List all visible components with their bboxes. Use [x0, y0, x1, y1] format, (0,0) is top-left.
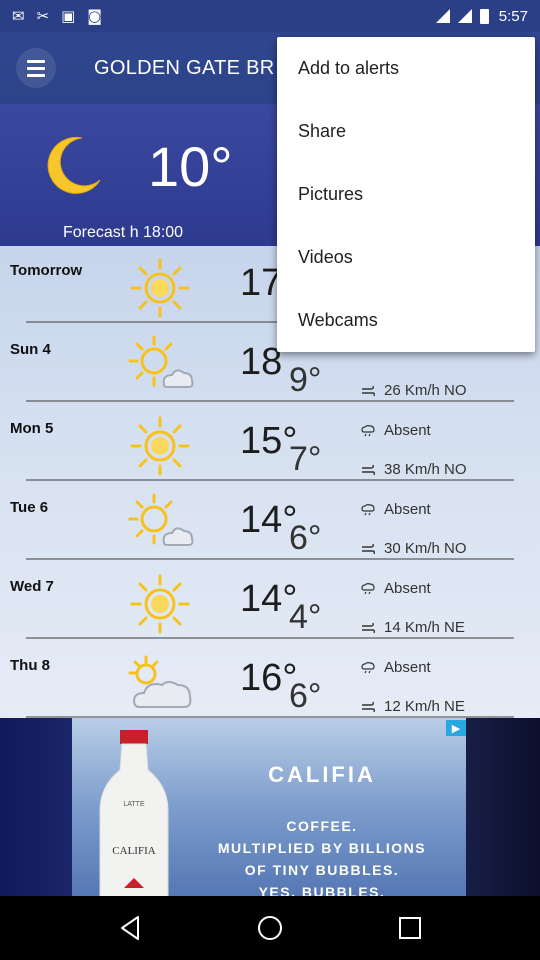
- ad-text-line: YES, BUBBLES.: [258, 884, 386, 896]
- hamburger-icon: [16, 48, 56, 88]
- wind-info: 30 Km/h NO: [361, 540, 467, 557]
- rain-icon: [361, 582, 375, 594]
- ad-brand: CALIFIA: [268, 762, 376, 787]
- cloud-sun-icon: [128, 655, 192, 708]
- status-notification-icons: ✉ ✂ ▣ ◙: [12, 7, 102, 25]
- wind-info: 12 Km/h NE: [361, 698, 465, 715]
- precipitation-info: Absent: [361, 422, 431, 439]
- page-title: GOLDEN GATE BR: [94, 56, 275, 79]
- ad-text-line: MULTIPLIED BY BILLIONS: [217, 840, 427, 856]
- recents-button[interactable]: [390, 908, 430, 948]
- status-bar: ✉ ✂ ▣ ◙ 5:57: [0, 0, 540, 32]
- home-button[interactable]: [250, 908, 290, 948]
- current-temperature: 10°: [148, 135, 233, 198]
- ad-text-line: OF TINY BUBBLES.: [244, 862, 400, 878]
- back-button[interactable]: [110, 908, 150, 948]
- wind-icon: [362, 701, 376, 712]
- wind-icon: [362, 385, 376, 396]
- rain-icon: [361, 661, 375, 673]
- row-divider: [26, 558, 514, 560]
- wind-value: 30 Km/h NO: [384, 540, 467, 557]
- store-icon: ▣: [61, 7, 76, 25]
- day-label: Tue 6: [10, 499, 49, 516]
- forecast-row[interactable]: Tue 6 14° 6° Absent 30 Km/h NO: [0, 483, 540, 562]
- day-label: Wed 7: [10, 578, 54, 595]
- ad-banner[interactable]: CALIFIA LATTE CALIFIA COFFEE. MULTIPLIED…: [0, 718, 540, 896]
- row-divider: [26, 479, 514, 481]
- moon-icon: [47, 136, 101, 194]
- menu-item-webcams[interactable]: Webcams: [277, 289, 535, 352]
- wind-icon: [362, 464, 376, 475]
- forecast-row[interactable]: Wed 7 14° 4° Absent 14 Km/h NE: [0, 562, 540, 641]
- menu-item-share[interactable]: Share: [277, 100, 535, 163]
- overflow-menu: Add to alerts Share Pictures Videos Webc…: [277, 37, 535, 352]
- wind-value: 38 Km/h NO: [384, 461, 467, 478]
- sun-cloud-icon: [128, 493, 194, 546]
- menu-item-add-to-alerts[interactable]: Add to alerts: [277, 37, 535, 100]
- sun-icon: [130, 416, 190, 476]
- day-label: Mon 5: [10, 420, 54, 437]
- menu-item-videos[interactable]: Videos: [277, 226, 535, 289]
- menu-item-pictures[interactable]: Pictures: [277, 163, 535, 226]
- row-divider: [26, 637, 514, 639]
- wind-info: 14 Km/h NE: [361, 619, 465, 636]
- day-label: Sun 4: [10, 341, 51, 358]
- precipitation-info: Absent: [361, 501, 431, 518]
- bottle-brand-text: CALIFIA: [112, 845, 155, 857]
- wind-icon: [362, 622, 376, 633]
- precipitation-value: Absent: [384, 580, 431, 597]
- wind-info: 26 Km/h NO: [361, 382, 467, 399]
- wind-info: 38 Km/h NO: [361, 461, 467, 478]
- day-label: Tomorrow: [10, 262, 83, 279]
- bottle-image: CALIFIA LATTE: [99, 730, 169, 896]
- wind-icon: [362, 543, 376, 554]
- home-icon: [258, 916, 282, 940]
- precipitation-value: Absent: [384, 501, 431, 518]
- precipitation-value: Absent: [384, 659, 431, 676]
- max-temperature: 17: [240, 262, 283, 304]
- rain-icon: [361, 424, 375, 436]
- wind-value: 26 Km/h NO: [384, 382, 467, 399]
- precipitation-info: Absent: [361, 659, 431, 676]
- sun-cloud-icon: [128, 335, 194, 388]
- tools-icon: ✂: [36, 7, 50, 25]
- min-temperature: 4°: [289, 598, 322, 636]
- notification-icon: ◙: [87, 7, 102, 25]
- ad-text-line: COFFEE.: [286, 818, 358, 834]
- forecast-row[interactable]: Thu 8 16° 6° Absent 12 Km/h NE: [0, 641, 540, 720]
- rain-icon: [361, 503, 375, 515]
- wind-value: 14 Km/h NE: [384, 619, 465, 636]
- signal-icon: [457, 9, 472, 23]
- sun-icon: [130, 574, 190, 634]
- min-temperature: 6°: [289, 519, 322, 557]
- back-icon: [121, 916, 139, 940]
- max-temperature: 18: [240, 341, 283, 383]
- day-label: Thu 8: [10, 657, 50, 674]
- forecast-time: Forecast h 18:00: [63, 224, 184, 241]
- sun-icon: [130, 258, 190, 318]
- status-time: 5:57: [498, 7, 528, 25]
- row-divider: [26, 400, 514, 402]
- wifi-icon: [435, 9, 450, 23]
- forecast-row[interactable]: Mon 5 15° 7° Absent 38 Km/h NO: [0, 404, 540, 483]
- ad-choices-icon[interactable]: ▶: [446, 720, 466, 736]
- ad-creative[interactable]: CALIFIA LATTE CALIFIA COFFEE. MULTIPLIED…: [72, 718, 466, 896]
- precipitation-info: Absent: [361, 580, 431, 597]
- system-nav-bar: [0, 896, 540, 960]
- min-temperature: 6°: [289, 677, 322, 715]
- battery-icon: [479, 8, 489, 24]
- precipitation-value: Absent: [384, 422, 431, 439]
- recents-icon: [399, 917, 421, 939]
- wind-value: 12 Km/h NE: [384, 698, 465, 715]
- min-temperature: 7°: [289, 440, 322, 478]
- menu-button[interactable]: [0, 32, 72, 104]
- bottle-label-text: LATTE: [123, 801, 145, 808]
- min-temperature: 9°: [289, 361, 322, 399]
- gmail-icon: ✉: [12, 7, 25, 25]
